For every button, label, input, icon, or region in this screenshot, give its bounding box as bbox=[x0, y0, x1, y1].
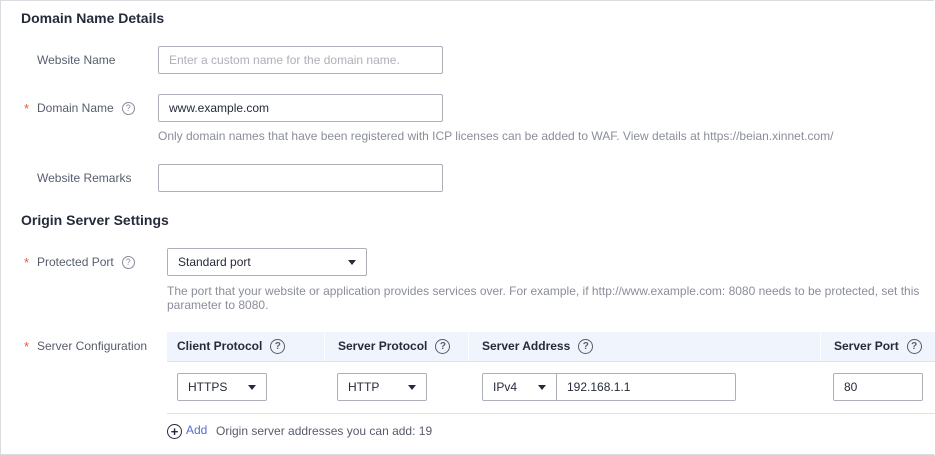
server-config-table-header: Client Protocol? Server Protocol? Server… bbox=[167, 332, 935, 362]
website-remarks-label: Website Remarks bbox=[37, 171, 132, 185]
col-server-protocol: Server Protocol? bbox=[338, 332, 451, 361]
ip-version-select[interactable]: IPv4 bbox=[482, 373, 557, 401]
website-name-input[interactable] bbox=[158, 46, 443, 74]
col-client-protocol-label: Client Protocol bbox=[177, 339, 263, 353]
server-config-required-marker: * bbox=[24, 339, 30, 354]
col-server-port-label: Server Port bbox=[834, 339, 899, 353]
client-protocol-value: HTTPS bbox=[188, 380, 228, 394]
server-address-help-icon[interactable]: ? bbox=[578, 339, 594, 355]
domain-name-input[interactable] bbox=[158, 94, 443, 122]
client-protocol-select[interactable]: HTTPS bbox=[177, 373, 267, 401]
server-config-label: Server Configuration bbox=[37, 339, 148, 353]
add-server-remaining-note: Origin server addresses you can add: 19 bbox=[216, 424, 433, 438]
website-remarks-input[interactable] bbox=[158, 164, 443, 192]
server-protocol-select[interactable]: HTTP bbox=[337, 373, 427, 401]
chevron-down-icon bbox=[248, 385, 256, 390]
add-server-button[interactable]: + Add bbox=[167, 422, 207, 439]
column-divider bbox=[820, 332, 821, 361]
column-divider bbox=[324, 332, 325, 361]
protected-port-value: Standard port bbox=[178, 255, 251, 269]
server-protocol-value: HTTP bbox=[348, 380, 380, 394]
server-port-input[interactable] bbox=[833, 373, 923, 401]
protected-port-select[interactable]: Standard port bbox=[167, 248, 367, 276]
col-server-port: Server Port? bbox=[834, 332, 922, 361]
table-row-divider bbox=[167, 413, 935, 414]
chevron-down-icon bbox=[408, 385, 416, 390]
protected-port-hint-line2: parameter to 8080. bbox=[167, 298, 269, 312]
col-server-address-label: Server Address bbox=[482, 339, 571, 353]
chevron-down-icon bbox=[348, 260, 356, 265]
website-name-label: Website Name bbox=[37, 53, 116, 67]
server-protocol-help-icon[interactable]: ? bbox=[435, 339, 451, 355]
protected-port-label: Protected Port bbox=[37, 255, 114, 269]
protected-port-label-group: Protected Port? bbox=[37, 254, 135, 270]
server-port-help-icon[interactable]: ? bbox=[906, 339, 922, 355]
domain-name-required-marker: * bbox=[24, 101, 30, 116]
client-protocol-help-icon[interactable]: ? bbox=[270, 339, 286, 355]
form-panel: Domain Name Details Website Name * Domai… bbox=[0, 0, 935, 455]
protected-port-help-icon[interactable]: ? bbox=[121, 256, 135, 270]
column-divider bbox=[468, 332, 469, 361]
domain-name-hint: Only domain names that have been registe… bbox=[158, 129, 834, 143]
domain-name-help-icon[interactable]: ? bbox=[121, 102, 135, 116]
add-server-label: Add bbox=[186, 423, 208, 437]
col-server-protocol-label: Server Protocol bbox=[338, 339, 428, 353]
col-server-address: Server Address? bbox=[482, 332, 594, 361]
server-address-input[interactable] bbox=[556, 373, 736, 401]
chevron-down-icon bbox=[538, 385, 546, 390]
plus-circle-icon: + bbox=[167, 424, 182, 439]
domain-name-label: Domain Name bbox=[37, 101, 114, 115]
protected-port-required-marker: * bbox=[24, 255, 30, 270]
ip-version-value: IPv4 bbox=[493, 380, 518, 394]
section-title-domain-details: Domain Name Details bbox=[21, 10, 165, 26]
protected-port-hint-line1: The port that your website or applicatio… bbox=[167, 284, 920, 298]
domain-name-label-group: Domain Name? bbox=[37, 100, 135, 116]
section-title-origin-settings: Origin Server Settings bbox=[21, 212, 169, 228]
col-client-protocol: Client Protocol? bbox=[177, 332, 286, 361]
